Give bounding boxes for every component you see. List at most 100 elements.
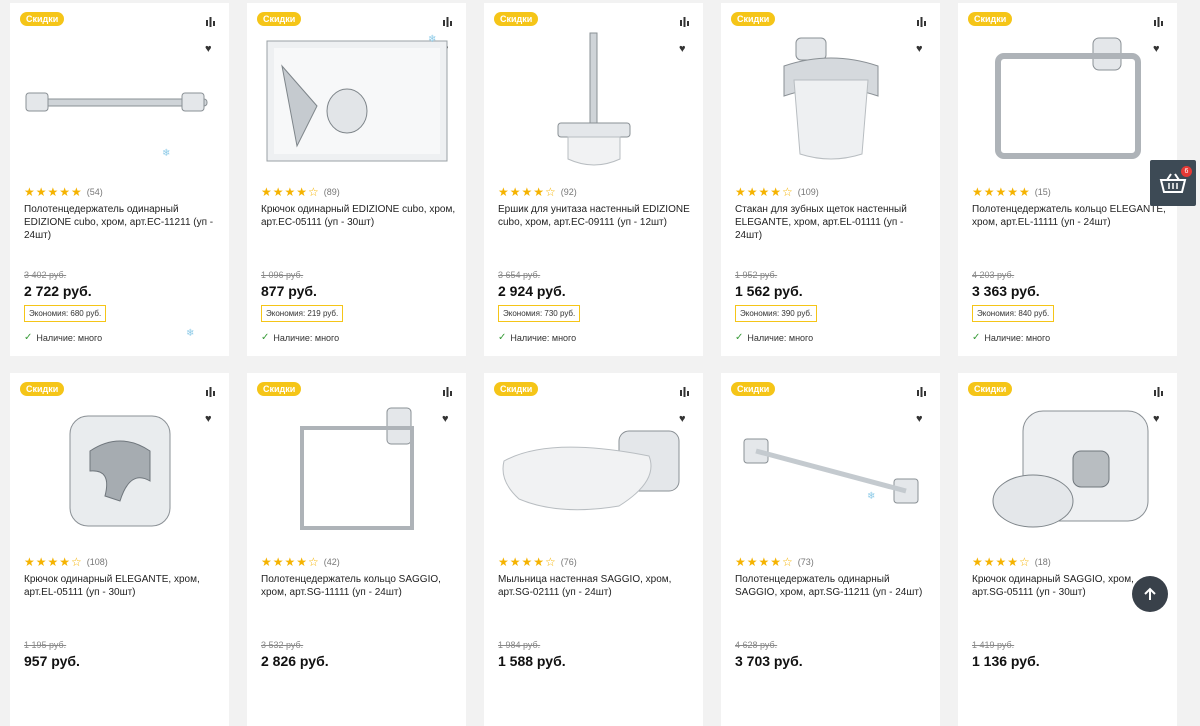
rating: ★★★★★ (15): [972, 185, 1051, 199]
cart-count-badge: 6: [1181, 166, 1192, 177]
old-price: 1 952 руб.: [735, 270, 778, 280]
compare-icon[interactable]: [917, 387, 926, 397]
old-price: 1 195 руб.: [24, 640, 67, 650]
review-count: (89): [323, 187, 340, 197]
review-count: (76): [560, 557, 577, 567]
product-card[interactable]: Скидки ♥ ★★★★☆ (109) Стакан для зубных щ…: [721, 3, 940, 356]
product-title[interactable]: Мыльница настенная SAGGIO, хром, арт.SG-…: [498, 573, 693, 599]
discount-badge: Скидки: [968, 12, 1013, 26]
product-image[interactable]: [970, 401, 1165, 541]
product-image[interactable]: [496, 401, 691, 541]
review-count: (92): [560, 187, 577, 197]
price: 2 826 руб.: [261, 653, 329, 669]
price: 1 588 руб.: [498, 653, 566, 669]
product-image[interactable]: [259, 31, 454, 171]
rating: ★★★★☆ (73): [735, 555, 814, 569]
arrow-up-icon: [1144, 587, 1156, 600]
product-title[interactable]: Крючок одинарный EDIZIONE cubo, хром, ар…: [261, 203, 456, 229]
product-card[interactable]: Скидки ♥ ★★★★☆ (18) Крючок одинарный SAG…: [958, 373, 1177, 726]
review-count: (109): [797, 187, 819, 197]
availability-label: Наличие: много: [510, 332, 577, 343]
product-card[interactable]: Скидки ♥ ★★★★☆ (92) Ершик для унитаза на…: [484, 3, 703, 356]
product-title[interactable]: Ершик для унитаза настенный EDIZIONE cub…: [498, 203, 693, 229]
saving-badge: Экономия: 390 руб.: [735, 305, 818, 322]
old-price: 1 096 руб.: [261, 270, 304, 280]
product-title[interactable]: Полотенцедержатель кольцо SAGGIO, хром, …: [261, 573, 456, 599]
availability: ✓ Наличие: много: [498, 332, 576, 343]
compare-icon[interactable]: [680, 17, 689, 27]
product-image[interactable]: [733, 31, 928, 171]
compare-icon[interactable]: [917, 17, 926, 27]
product-card[interactable]: Скидки ♥ ★★★★☆ (42) Полотенцедержатель к…: [247, 373, 466, 726]
saving-badge: Экономия: 730 руб.: [498, 305, 581, 322]
star-rating-icon: ★★★★★: [972, 185, 1031, 199]
compare-icon[interactable]: [206, 17, 215, 27]
product-image[interactable]: [970, 31, 1165, 171]
check-circle-icon: ✓: [24, 332, 33, 343]
product-image[interactable]: [496, 31, 691, 171]
rating: ★★★★☆ (42): [261, 555, 340, 569]
star-rating-icon: ★★★★☆: [24, 555, 83, 569]
product-title[interactable]: Стакан для зубных щеток настенный ELEGAN…: [735, 203, 930, 242]
price: 2 722 руб.: [24, 283, 92, 299]
snowflake-icon: ❄: [162, 148, 171, 159]
product-card[interactable]: Скидки ♥ ★★★★☆ (89) Крючок одинарный EDI…: [247, 3, 466, 356]
star-rating-icon: ★★★★☆: [735, 185, 794, 199]
review-count: (18): [1034, 557, 1051, 567]
availability: ✓ Наличие: много: [972, 332, 1050, 343]
product-title[interactable]: Полотенцедержатель одинарный SAGGIO, хро…: [735, 573, 930, 599]
product-card[interactable]: Скидки ♥ ★★★★★ (54) Полотенцедержатель о…: [10, 3, 229, 356]
check-circle-icon: ✓: [735, 332, 744, 343]
compare-icon[interactable]: [1154, 387, 1163, 397]
availability: ✓ Наличие: много: [261, 332, 339, 343]
price: 3 363 руб.: [972, 283, 1040, 299]
discount-badge: Скидки: [731, 382, 776, 396]
discount-badge: Скидки: [494, 12, 539, 26]
cart-button[interactable]: 6: [1150, 160, 1196, 206]
price: 1 562 руб.: [735, 283, 803, 299]
availability-label: Наличие: много: [747, 332, 814, 343]
saving-badge: Экономия: 219 руб.: [261, 305, 344, 322]
product-title[interactable]: Полотенцедержатель кольцо ELEGANTE, хром…: [972, 203, 1167, 229]
discount-badge: Скидки: [968, 382, 1013, 396]
old-price: 3 654 руб.: [498, 270, 541, 280]
compare-icon[interactable]: [443, 17, 452, 27]
price: 877 руб.: [261, 283, 317, 299]
discount-badge: Скидки: [20, 382, 65, 396]
compare-icon[interactable]: [1154, 17, 1163, 27]
snowflake-icon: ❄: [186, 328, 195, 339]
rating: ★★★★☆ (92): [498, 185, 577, 199]
discount-badge: Скидки: [731, 12, 776, 26]
scroll-to-top-button[interactable]: [1132, 576, 1168, 612]
discount-badge: Скидки: [257, 12, 302, 26]
product-title[interactable]: Крючок одинарный ELEGANTE, хром, арт.EL-…: [24, 573, 219, 599]
product-card[interactable]: Скидки ♥ ★★★★☆ (108) Крючок одинарный EL…: [10, 373, 229, 726]
rating: ★★★★☆ (109): [735, 185, 819, 199]
old-price: 1 419 руб.: [972, 640, 1015, 650]
product-card[interactable]: Скидки ♥ ★★★★☆ (73) Полотенцедержатель о…: [721, 373, 940, 726]
rating: ★★★★☆ (108): [24, 555, 108, 569]
review-count: (73): [797, 557, 814, 567]
product-grid: Скидки ♥ ★★★★★ (54) Полотенцедержатель о…: [10, 3, 1177, 726]
review-count: (15): [1034, 187, 1051, 197]
product-image[interactable]: [733, 401, 928, 541]
check-circle-icon: ✓: [261, 332, 270, 343]
compare-icon[interactable]: [680, 387, 689, 397]
availability-label: Наличие: много: [36, 332, 103, 343]
product-title[interactable]: Полотенцедержатель одинарный EDIZIONE cu…: [24, 203, 219, 242]
review-count: (108): [86, 557, 108, 567]
availability: ✓ Наличие: много: [24, 332, 102, 343]
compare-icon[interactable]: [443, 387, 452, 397]
product-image[interactable]: [259, 401, 454, 541]
rating: ★★★★☆ (76): [498, 555, 577, 569]
compare-icon[interactable]: [206, 387, 215, 397]
saving-badge: Экономия: 840 руб.: [972, 305, 1055, 322]
product-image[interactable]: [22, 31, 217, 171]
product-card[interactable]: Скидки ♥ ★★★★☆ (76) Мыльница настенная S…: [484, 373, 703, 726]
discount-badge: Скидки: [257, 382, 302, 396]
product-image[interactable]: [22, 401, 217, 541]
product-card[interactable]: Скидки ♥ ★★★★★ (15) Полотенцедержатель к…: [958, 3, 1177, 356]
review-count: (54): [86, 187, 103, 197]
star-rating-icon: ★★★★☆: [972, 555, 1031, 569]
price: 1 136 руб.: [972, 653, 1040, 669]
